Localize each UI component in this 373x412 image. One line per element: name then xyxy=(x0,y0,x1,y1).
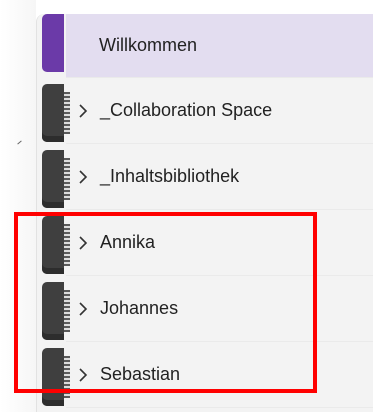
section-label: Willkommen xyxy=(99,35,198,55)
section-label: _Collaboration Space xyxy=(100,100,273,120)
section-tab-inhaltsbibliothek[interactable] xyxy=(42,150,70,208)
chevron-right-icon[interactable] xyxy=(76,103,90,118)
onenote-section-pane: Willkommen _Collaboration Space _Inhalts… xyxy=(0,0,373,412)
section-item-inhaltsbibliothek[interactable]: _Inhaltsbibliothek xyxy=(66,144,373,210)
section-tab-collaboration-space[interactable] xyxy=(42,84,70,142)
section-label: _Inhaltsbibliothek xyxy=(100,166,240,186)
annotation-highlight-box xyxy=(14,212,317,393)
section-item-collaboration-space[interactable]: _Collaboration Space xyxy=(66,78,373,144)
section-item-willkommen[interactable]: Willkommen xyxy=(66,14,373,78)
section-tab-willkommen[interactable] xyxy=(42,14,64,72)
chevron-right-icon[interactable] xyxy=(76,169,90,184)
